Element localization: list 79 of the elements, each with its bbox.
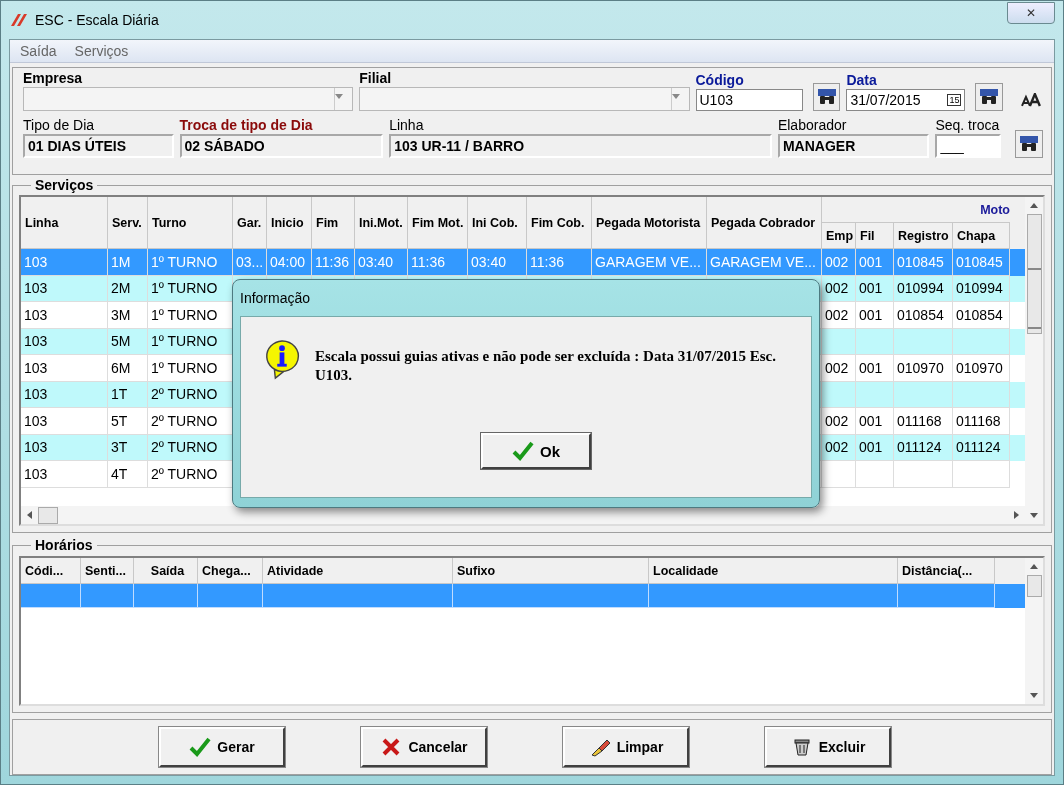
table-cell: 010970 <box>956 359 1003 376</box>
table-cell: 103 <box>24 280 48 297</box>
group-title: Serviços <box>31 177 98 193</box>
table-cell: 001 <box>859 359 883 376</box>
field-label: Troca de tipo de Dia <box>179 117 314 134</box>
author-field: MANAGER <box>777 134 930 158</box>
table-cell: 001 <box>859 439 883 456</box>
field-label: Seq. troca <box>935 117 1001 134</box>
line-field: 103 UR-11 / BARRO <box>389 134 772 158</box>
table-cell: 002 <box>825 412 849 429</box>
table-cell: 5T <box>111 412 128 429</box>
table-cell: 011168 <box>897 412 942 429</box>
day-type-field: 01 DIAS ÚTEIS <box>23 134 174 158</box>
field-label: Empresa <box>23 70 84 87</box>
table-cell: 1M <box>111 253 131 270</box>
table-cell: 1T <box>111 386 128 403</box>
table-cell: 3M <box>111 306 131 323</box>
group-title: Horários <box>31 537 97 553</box>
table-cell: 03:40 <box>471 253 507 270</box>
table-cell: 103 <box>24 333 48 350</box>
table-cell: 001 <box>859 306 883 323</box>
table-cell: 002 <box>825 280 849 297</box>
field-label: Filial <box>359 70 393 87</box>
table-cell: 001 <box>859 412 883 429</box>
dialog-message: Escala possui guias ativas e não pode ser excluída : Data 31/07/2015 Esc. U103. <box>315 347 777 385</box>
table-cell: 2º TURNO <box>151 412 218 429</box>
table-cell: GARAGEM VE... <box>595 253 701 270</box>
day-type-change-field: 02 SÁBADO <box>179 134 384 158</box>
table-cell: 1º TURNO <box>151 359 218 376</box>
table-cell: 1º TURNO <box>151 306 218 323</box>
table-cell: 010845 <box>956 253 1003 270</box>
table-cell: 103 <box>24 306 48 323</box>
field-label: Código <box>695 72 745 89</box>
dialog-title: Informação <box>240 290 312 308</box>
window-title: ESC - Escala Diária <box>35 12 159 28</box>
table-cell: 002 <box>825 306 849 323</box>
table-cell: 11:36 <box>530 253 564 270</box>
table-cell: 010994 <box>956 280 1003 297</box>
table-cell: 103 <box>24 359 48 376</box>
table-cell: 011124 <box>897 439 942 456</box>
table-cell: 11:36 <box>411 253 445 270</box>
table-cell: 011168 <box>956 412 1001 429</box>
column-group-header: Moto <box>822 197 1010 223</box>
table-cell: 2º TURNO <box>151 439 218 456</box>
table-cell: 2º TURNO <box>151 386 218 403</box>
table-cell: 010854 <box>956 306 1003 323</box>
table-cell: 03... <box>236 253 264 270</box>
table-cell: 001 <box>859 253 883 270</box>
table-cell: 2M <box>111 280 131 297</box>
table-cell: GARAGEM VE... <box>710 253 816 270</box>
table-cell: 002 <box>825 439 849 456</box>
table-cell: 001 <box>859 280 883 297</box>
field-label: Linha <box>389 117 425 134</box>
table-cell: 11:36 <box>315 253 349 270</box>
field-label: Data <box>846 72 878 89</box>
table-cell: 3T <box>111 439 128 456</box>
table-cell: 04:00 <box>270 253 306 270</box>
table-cell: 010994 <box>897 280 944 297</box>
table-cell: 4T <box>111 465 128 482</box>
table-cell: 002 <box>825 359 849 376</box>
table-cell: 011124 <box>956 439 1001 456</box>
table-cell: 010970 <box>897 359 944 376</box>
table-cell: 03:40 <box>358 253 394 270</box>
table-cell: 1º TURNO <box>151 280 218 297</box>
table-cell: 010854 <box>897 306 944 323</box>
table-cell: 6M <box>111 359 131 376</box>
table-cell: 103 <box>24 386 48 403</box>
table-cell: 103 <box>24 412 48 429</box>
table-cell: 103 <box>24 439 48 456</box>
table-cell: 2º TURNO <box>151 465 218 482</box>
field-label: Tipo de Dia <box>23 117 96 134</box>
table-cell: 103 <box>24 253 48 270</box>
table-cell: 5M <box>111 333 131 350</box>
table-cell: 1º TURNO <box>151 333 218 350</box>
field-label: Elaborador <box>777 117 848 134</box>
table-cell: 103 <box>24 465 48 482</box>
table-cell: 1º TURNO <box>151 253 218 270</box>
table-cell: 002 <box>825 253 849 270</box>
table-cell: 010845 <box>897 253 944 270</box>
